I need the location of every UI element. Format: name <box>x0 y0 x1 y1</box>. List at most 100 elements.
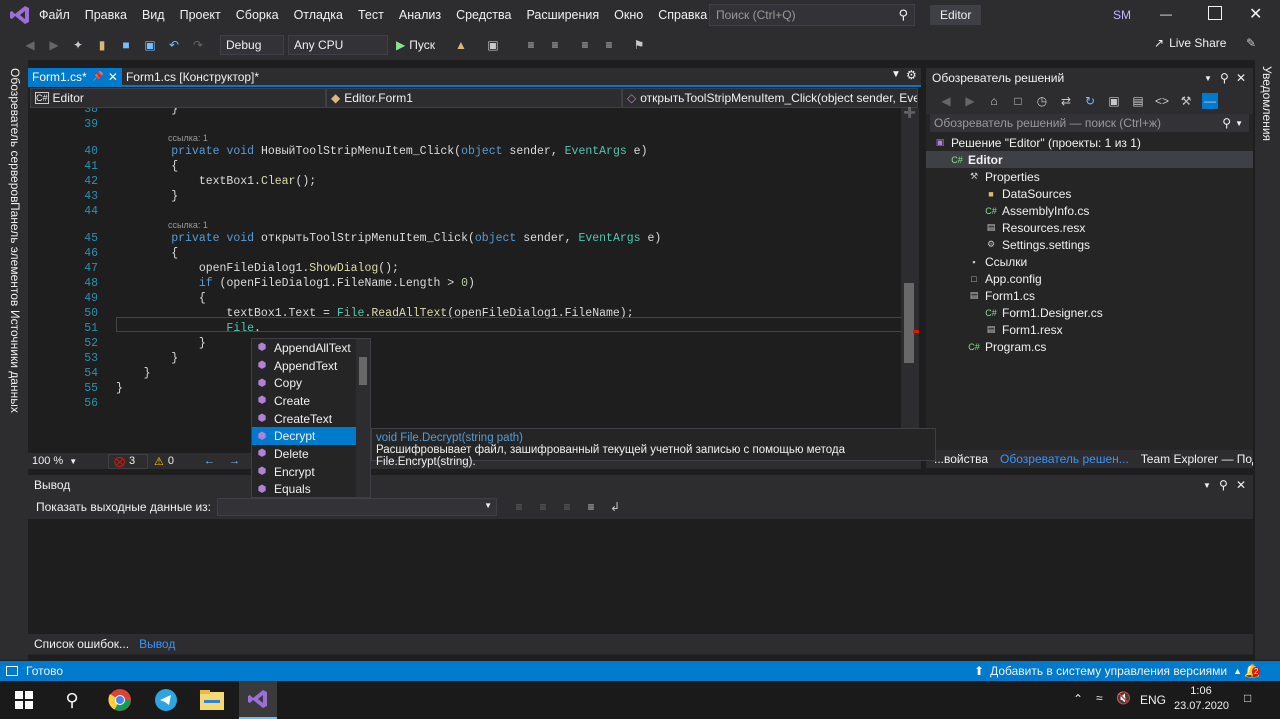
user-avatar[interactable]: SM <box>1110 5 1134 25</box>
save-icon[interactable]: ■ <box>118 37 134 53</box>
menu-item[interactable]: Файл <box>39 8 70 22</box>
tree-item[interactable]: □ App.config <box>926 270 1253 287</box>
close-window-button[interactable]: ✕ <box>1249 4 1262 24</box>
intellisense-item[interactable]: ⬢ Encrypt <box>252 463 370 481</box>
open-folder-icon[interactable]: ▮ <box>94 37 110 53</box>
history-icon[interactable]: ◷ <box>1034 93 1050 109</box>
menu-item[interactable]: Проект <box>180 8 221 22</box>
menu-item[interactable]: Тест <box>358 8 384 22</box>
tab-data-sources[interactable]: Источники данных <box>8 310 22 413</box>
view-code-icon[interactable]: <> <box>1154 93 1170 109</box>
properties-wrench-icon[interactable]: ⚒ <box>1178 93 1194 109</box>
preview-icon[interactable]: — <box>1202 93 1218 109</box>
tree-item[interactable]: ▣ Решение "Editor" (проекты: 1 из 1) <box>926 134 1253 151</box>
forward-icon[interactable]: ▶ <box>962 93 978 109</box>
member-dropdown[interactable]: ◇ открытьToolStripMenuItem_Click(object … <box>622 88 918 108</box>
menu-item[interactable]: Справка <box>658 8 707 22</box>
collapse-all-icon[interactable]: ▣ <box>1106 93 1122 109</box>
scroll-up-icon[interactable]: ➕ <box>901 108 919 119</box>
maximize-button[interactable] <box>1208 6 1222 20</box>
switch-views-icon[interactable]: □ <box>1010 93 1026 109</box>
tab-error-list[interactable]: Список ошибок... <box>34 637 129 651</box>
refresh-icon[interactable]: ↻ <box>1082 93 1098 109</box>
close-panel-icon[interactable]: ✕ <box>1236 478 1246 492</box>
tab-team-explorer[interactable]: Team Explorer — Подк... <box>1141 452 1253 466</box>
tray-chevron-up-icon[interactable]: ⌃ <box>1073 692 1083 706</box>
tab-list-dropdown-icon[interactable]: ▼ <box>891 69 901 80</box>
forward-icon[interactable]: ▶ <box>46 37 62 53</box>
tree-item[interactable]: C# AssemblyInfo.cs <box>926 202 1253 219</box>
tab-notifications[interactable]: Уведомления <box>1260 66 1274 141</box>
pin-panel-icon[interactable]: ⚲ <box>1220 71 1229 85</box>
minimize-button[interactable]: — <box>1160 7 1178 23</box>
intellisense-item[interactable]: ⬢ AppendAllText <box>252 339 370 357</box>
search-icon[interactable]: ⚲ <box>53 681 91 719</box>
browser-link-icon[interactable]: ▲ <box>453 37 469 53</box>
redo-icon[interactable]: ↷ <box>190 37 206 53</box>
back-icon[interactable]: ◀ <box>22 37 38 53</box>
notifications-bell-icon[interactable]: 🔔 2 <box>1244 663 1261 679</box>
tab-properties[interactable]: ...войства <box>934 452 988 466</box>
menu-item[interactable]: Вид <box>142 8 165 22</box>
word-wrap-icon[interactable]: ↲ <box>607 499 623 515</box>
tab-solution-explorer[interactable]: Обозреватель решен... <box>1000 452 1129 466</box>
intellisense-scroll-thumb[interactable] <box>359 357 367 385</box>
close-tab-icon[interactable]: ✕ <box>108 70 118 84</box>
show-all-files-icon[interactable]: ▤ <box>1130 93 1146 109</box>
menu-item[interactable]: Окно <box>614 8 643 22</box>
codelens-reference[interactable]: ссылка: 1 <box>46 219 901 231</box>
intellisense-item[interactable]: ⬢ AppendText <box>252 357 370 375</box>
visual-studio-taskbar-icon[interactable] <box>239 681 277 719</box>
outdent-icon[interactable]: ≡ <box>547 37 563 53</box>
screen-icon[interactable]: ▣ <box>485 37 501 53</box>
settings-gear-icon[interactable]: ⚙ <box>906 68 917 82</box>
intellisense-item[interactable]: ⬢ Delete <box>252 445 370 463</box>
intellisense-item[interactable]: ⬢ Equals <box>252 481 370 499</box>
clock[interactable]: 1:06 23.07.2020 <box>1174 685 1229 712</box>
scroll-thumb[interactable] <box>904 283 914 363</box>
intellisense-item[interactable]: ⬢ CreateText <box>252 410 370 428</box>
zoom-dropdown[interactable]: 100 % ▼ <box>28 455 88 467</box>
tree-item[interactable]: C# Form1.Designer.cs <box>926 304 1253 321</box>
tree-item[interactable]: ▤ Form1.resx <box>926 321 1253 338</box>
editor-vertical-scrollbar[interactable]: ➕ <box>901 108 919 453</box>
visual-studio-logo-icon[interactable] <box>9 4 31 26</box>
output-source-dropdown[interactable]: ▼ <box>216 498 497 516</box>
tree-item[interactable]: ⚒ Properties <box>926 168 1253 185</box>
action-center-icon[interactable]: □ <box>1244 691 1251 705</box>
tree-item[interactable]: ▤ Form1.cs <box>926 287 1253 304</box>
error-count[interactable]: ⨂ 3 <box>108 453 148 469</box>
tree-item[interactable]: C# Editor <box>926 151 1253 168</box>
panel-menu-icon[interactable]: ▼ <box>1204 74 1212 83</box>
back-icon[interactable]: ◀ <box>938 93 954 109</box>
tab-form1-cs[interactable]: Form1.cs* 📌 ✕ <box>28 68 122 85</box>
config-dropdown[interactable]: Debug <box>220 35 284 55</box>
project-dropdown[interactable]: C# Editor <box>30 88 326 108</box>
code-editor[interactable]: 38 } 39 ссылка: 1 40 private void НовыйTool… <box>46 108 901 453</box>
chrome-icon[interactable] <box>101 681 139 719</box>
windows-start-icon[interactable] <box>5 681 43 719</box>
menu-item[interactable]: Анализ <box>399 8 441 22</box>
start-button[interactable]: ▶ Пуск <box>396 38 435 52</box>
prev-message-icon[interactable]: ≡ <box>535 499 551 515</box>
new-project-icon[interactable]: ✦ <box>70 37 86 53</box>
tree-item[interactable]: ⚙ Settings.settings <box>926 236 1253 253</box>
telegram-icon[interactable] <box>147 681 185 719</box>
intellisense-scrollbar[interactable] <box>356 339 370 497</box>
next-issue-icon[interactable]: → <box>229 455 240 467</box>
home-icon[interactable]: ⌂ <box>986 93 1002 109</box>
tree-item[interactable]: C# Program.cs <box>926 338 1253 355</box>
intellisense-item[interactable]: ⬢ Decrypt <box>252 427 370 446</box>
next-message-icon[interactable]: ≡ <box>559 499 575 515</box>
class-dropdown[interactable]: ◆ Editor.Form1 <box>326 88 622 108</box>
output-content[interactable] <box>28 519 1253 635</box>
clear-all-icon[interactable]: ≡ <box>583 499 599 515</box>
menu-item[interactable]: Отладка <box>294 8 343 22</box>
file-explorer-icon[interactable] <box>193 681 231 719</box>
bookmark-icon[interactable]: ⚑ <box>631 37 647 53</box>
tree-item[interactable]: ■ DataSources <box>926 185 1253 202</box>
input-language[interactable]: ENG <box>1140 693 1166 707</box>
comment-icon[interactable]: ≡ <box>577 37 593 53</box>
volume-muted-icon[interactable]: 🔇 <box>1116 691 1131 705</box>
add-to-source-control[interactable]: ⬆ Добавить в систему управления версиями… <box>974 664 1242 678</box>
